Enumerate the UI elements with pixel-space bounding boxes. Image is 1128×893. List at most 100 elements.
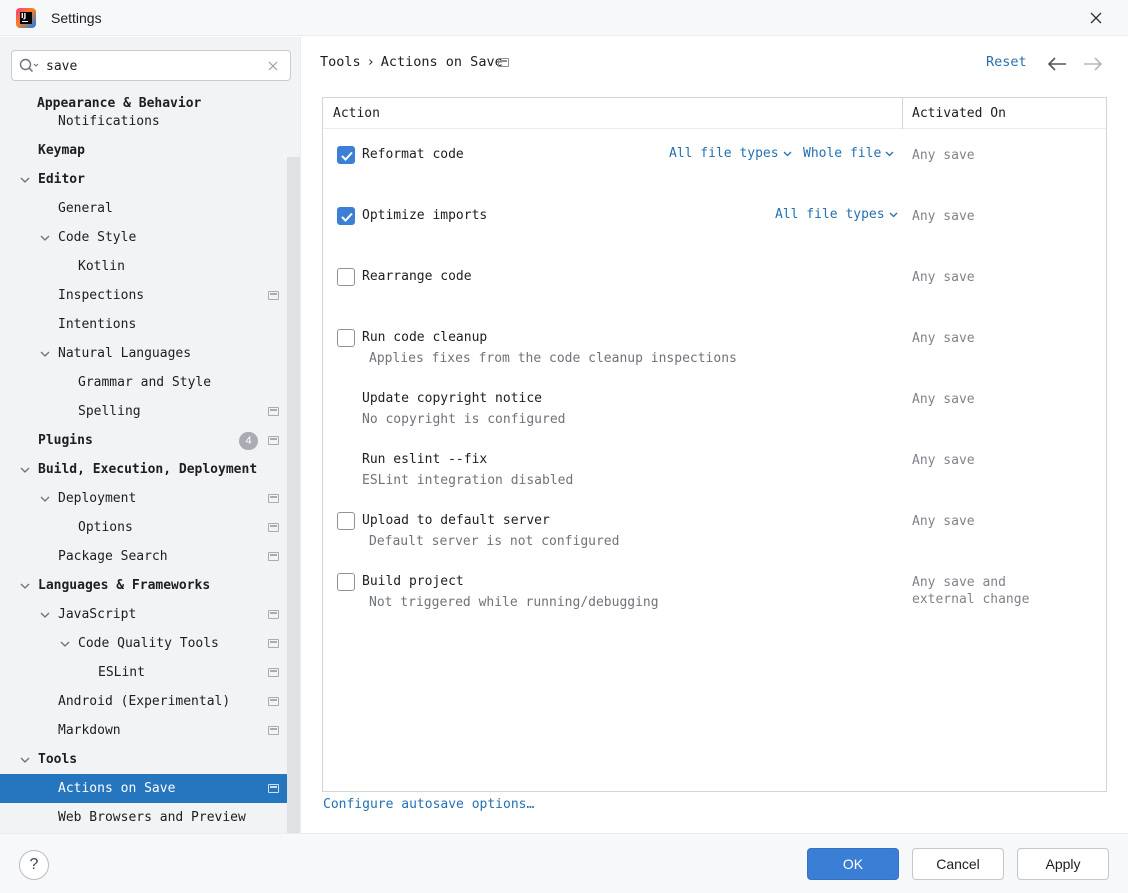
chevron-down-icon[interactable]: [40, 233, 50, 243]
tree-scrollbar[interactable]: [287, 157, 300, 833]
tree-item-plugins[interactable]: Plugins 4: [0, 426, 300, 455]
chevron-down-icon[interactable]: [20, 465, 30, 475]
action-name: Update copyright notice: [362, 391, 543, 406]
tree-item-natural-languages[interactable]: Natural Languages: [0, 339, 300, 368]
chevron-down-icon[interactable]: [20, 581, 30, 591]
search-input[interactable]: [46, 57, 246, 75]
tree-item-code-style[interactable]: Code Style: [0, 223, 300, 252]
chevron-down-icon: [783, 151, 792, 156]
run-code-cleanup-checkbox[interactable]: [337, 329, 355, 347]
optimize-imports-checkbox[interactable]: [337, 207, 355, 225]
chevron-down-icon[interactable]: [60, 639, 70, 649]
chevron-down-icon[interactable]: [40, 494, 50, 504]
tree-item-package-search[interactable]: Package Search: [0, 542, 300, 571]
help-button[interactable]: ?: [19, 850, 49, 880]
tree-item-actions-on-save[interactable]: Actions on Save: [0, 774, 300, 803]
table-row-upload-default-server: Upload to default server Default server …: [323, 502, 1106, 563]
breadcrumb: Tools › Actions on Save: [320, 54, 503, 70]
project-scope-icon: [268, 494, 279, 503]
column-header-action[interactable]: Action: [333, 106, 380, 121]
tree-item-grammar-style[interactable]: Grammar and Style: [0, 368, 300, 397]
tree-item-intentions[interactable]: Intentions: [0, 310, 300, 339]
tree-item-code-quality-tools[interactable]: Code Quality Tools: [0, 629, 300, 658]
activated-on-value: Any save: [912, 514, 975, 529]
breadcrumb-tools[interactable]: Tools: [320, 54, 361, 70]
forward-arrow-icon[interactable]: [1082, 56, 1104, 72]
tree-item-inspections[interactable]: Inspections: [0, 281, 300, 310]
chevron-down-icon[interactable]: [40, 349, 50, 359]
apply-button[interactable]: Apply: [1017, 848, 1109, 880]
tree-item-javascript[interactable]: JavaScript: [0, 600, 300, 629]
action-name: Build project: [362, 574, 464, 589]
plugins-count-badge: 4: [239, 432, 258, 450]
dialog-footer: ? OK Cancel Apply: [0, 833, 1128, 893]
column-header-activated-on[interactable]: Activated On: [912, 106, 1006, 121]
project-scope-icon: [498, 58, 509, 67]
tree-item-label: Build, Execution, Deployment: [38, 462, 258, 477]
action-name: Run eslint --fix: [362, 452, 488, 467]
clear-search-icon[interactable]: [266, 59, 280, 73]
back-arrow-icon[interactable]: [1046, 56, 1068, 72]
tree-item-options[interactable]: Options: [0, 513, 300, 542]
tree-item-notifications[interactable]: Notifications: [0, 107, 300, 136]
title-bar: IJ Settings: [0, 0, 1128, 36]
file-types-dropdown[interactable]: All file types: [669, 146, 792, 161]
tree-item-label: Plugins: [38, 433, 93, 448]
action-description: No copyright is configured: [362, 412, 566, 427]
scope-dropdown[interactable]: Whole file: [803, 146, 894, 161]
tree-item-label: JavaScript: [58, 607, 137, 622]
tree-item-languages[interactable]: Languages & Frameworks: [0, 571, 300, 600]
rearrange-code-checkbox[interactable]: [337, 268, 355, 286]
activated-on-value: Any save: [912, 148, 975, 163]
tree-item-eslint[interactable]: ESLint: [0, 658, 300, 687]
tree-item-spelling[interactable]: Spelling: [0, 397, 300, 426]
chevron-down-icon[interactable]: [20, 175, 30, 185]
activated-on-value: Any save: [912, 331, 975, 346]
close-button[interactable]: [1080, 4, 1112, 32]
action-description: ESLint integration disabled: [362, 473, 574, 488]
chevron-down-icon[interactable]: [40, 610, 50, 620]
chevron-down-icon[interactable]: [20, 755, 30, 765]
reset-link[interactable]: Reset: [986, 54, 1027, 70]
tree-item-web-browsers[interactable]: Web Browsers and Preview: [0, 803, 300, 832]
tree-item-deployment[interactable]: Deployment: [0, 484, 300, 513]
activated-on-line: Any save and: [912, 575, 1006, 590]
tree-item-label: Android (Experimental): [58, 694, 231, 709]
tree-item-general[interactable]: General: [0, 194, 300, 223]
project-scope-icon: [268, 697, 279, 706]
tree-item-build[interactable]: Build, Execution, Deployment: [0, 455, 300, 484]
build-project-checkbox[interactable]: [337, 573, 355, 591]
file-types-dropdown[interactable]: All file types: [775, 207, 898, 222]
action-name: Run code cleanup: [362, 330, 488, 345]
tree-item-tools[interactable]: Tools: [0, 745, 300, 774]
tree-item-android[interactable]: Android (Experimental): [0, 687, 300, 716]
project-scope-icon: [268, 523, 279, 532]
tree-item-kotlin[interactable]: Kotlin: [0, 252, 300, 281]
tree-item-label: Intentions: [58, 317, 137, 332]
reformat-code-checkbox[interactable]: [337, 146, 355, 164]
table-row-reformat-code: Reformat code All file types Whole file …: [323, 136, 1106, 197]
checkmark-icon: [341, 151, 353, 161]
tree-item-editor[interactable]: Editor: [0, 165, 300, 194]
actions-table: Action Activated On Reformat code All fi…: [322, 97, 1107, 792]
project-scope-icon: [268, 668, 279, 677]
checkmark-icon: [341, 212, 353, 222]
upload-default-server-checkbox[interactable]: [337, 512, 355, 530]
tree-item-markdown[interactable]: Markdown: [0, 716, 300, 745]
chevron-down-icon: [889, 212, 898, 217]
search-box[interactable]: [11, 50, 291, 81]
tree-item-keymap[interactable]: Keymap: [0, 136, 300, 165]
project-scope-icon: [268, 552, 279, 561]
table-row-rearrange-code: Rearrange code Any save: [323, 258, 1106, 319]
close-icon: [1090, 12, 1102, 24]
tree-item-label: Deployment: [58, 491, 137, 506]
action-name: Rearrange code: [362, 269, 472, 284]
tree-item-label: General: [58, 201, 113, 216]
project-scope-icon: [268, 639, 279, 648]
configure-autosave-link[interactable]: Configure autosave options…: [323, 797, 534, 812]
ok-button[interactable]: OK: [807, 848, 899, 880]
cancel-button[interactable]: Cancel: [912, 848, 1004, 880]
column-divider[interactable]: [902, 98, 903, 129]
tree-item-label: ESLint: [98, 665, 145, 680]
search-icon[interactable]: [19, 58, 39, 74]
